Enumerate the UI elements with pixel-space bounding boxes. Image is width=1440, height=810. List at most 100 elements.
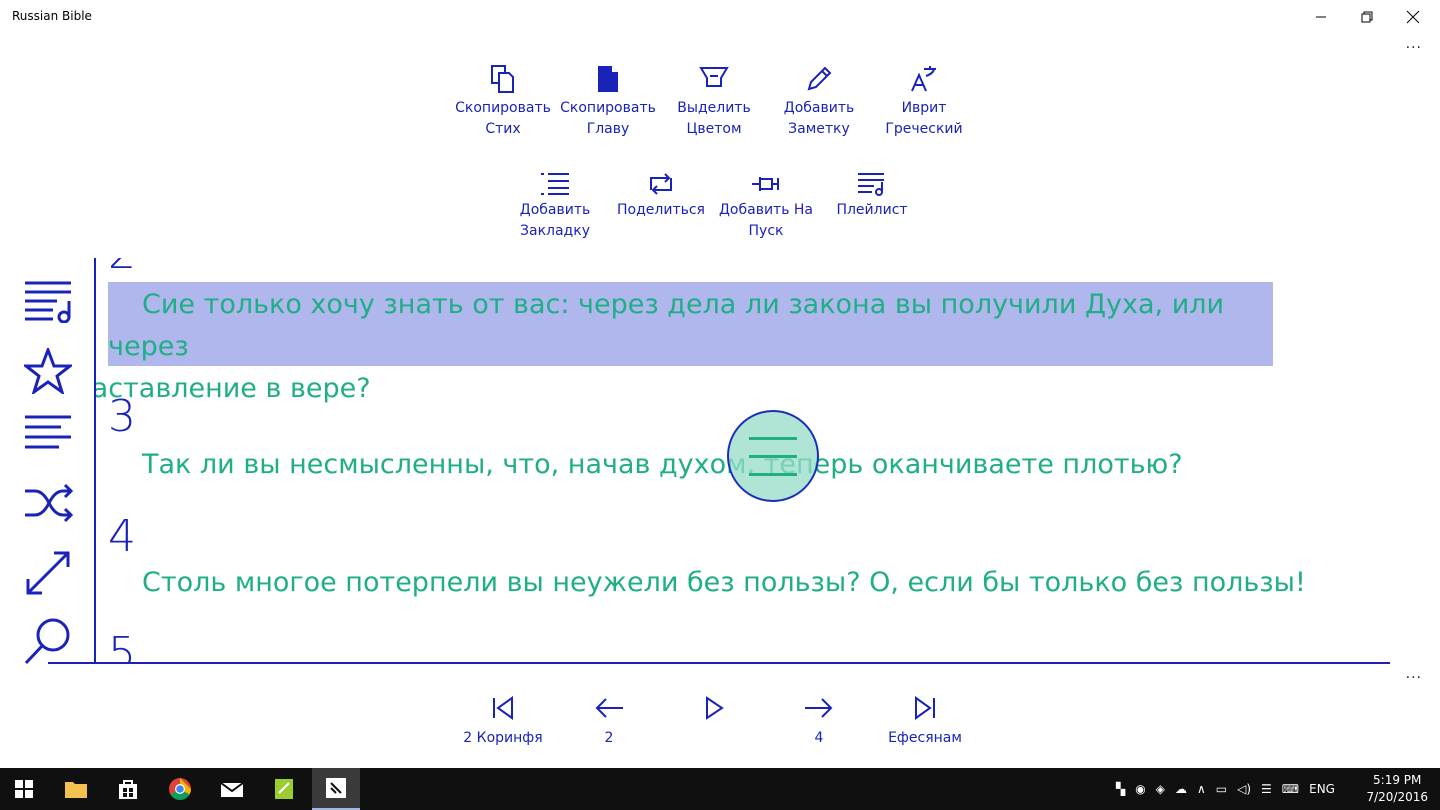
copy-verse-button[interactable]: Скопировать Стих [453,60,553,140]
sidebar-list-button[interactable] [22,405,74,457]
arrow-right-icon [805,698,833,718]
share-button[interactable]: Поделиться [611,162,711,221]
add-bookmark-button[interactable]: Добавить Закладку [505,162,605,242]
volume-icon[interactable]: ◁) [1237,782,1251,796]
next-book-label: Ефесянам [888,730,962,746]
previous-chapter-button[interactable]: 2 [554,692,664,748]
bookmark-list-icon [541,173,569,195]
next-chapter-label: 4 [814,730,824,746]
hebrew-greek-button[interactable]: Иврит Греческий [874,60,974,140]
verse-number: 3 [108,391,136,442]
chapter-content[interactable]: 2 Сие только хочу знать от вас: через де… [96,258,1316,662]
skip-previous-icon [493,696,513,720]
play-button[interactable] [659,692,769,728]
verse-number: 4 [108,511,136,562]
sidebar-shuffle-button[interactable] [22,477,74,529]
highlighter-icon [699,67,729,87]
next-chapter-button[interactable]: 4 [764,692,874,748]
copy-chapter-button[interactable]: Скопировать Главу [558,60,658,140]
action-center-icon[interactable]: ☰ [1261,782,1272,796]
onedrive-icon[interactable]: ☁ [1175,782,1187,796]
close-icon [1406,10,1420,24]
share-label: Поделиться [617,202,705,218]
verse-number: 2 [108,258,136,279]
minimize-icon [1316,16,1326,18]
floating-menu-button[interactable] [727,410,819,502]
pin-to-start-label: Добавить На Пуск [718,202,814,239]
pin-icon [752,177,779,191]
next-book-button[interactable]: Ефесянам [870,692,980,748]
steam-icon[interactable]: ◉ [1135,782,1145,796]
taskbar: ▚ ◉ ◈ ☁ ∧ ▭ ◁) ☰ ⌨ ENG 5:19 PM 7/20/2016 [0,768,1440,810]
add-note-label: Добавить Заметку [783,100,855,137]
add-note-button[interactable]: Добавить Заметку [769,60,869,140]
start-button[interactable] [0,768,48,810]
pin-to-start-button[interactable]: Добавить На Пуск [716,162,816,242]
minimize-button[interactable] [1298,0,1344,34]
add-bookmark-label: Добавить Закладку [519,202,591,239]
system-tray: ▚ ◉ ◈ ☁ ∧ ▭ ◁) ☰ ⌨ ENG [1116,768,1335,810]
pencil-icon [807,66,832,91]
content-divider [48,662,1390,664]
previous-book-label: 2 Коринфя [463,730,543,746]
store-icon [119,780,137,799]
nvidia-icon[interactable]: ◈ [1156,782,1165,796]
bible-app-icon [326,778,346,798]
skip-next-icon [915,696,935,720]
language-indicator[interactable]: ENG [1309,782,1335,796]
sidebar-fullscreen-button[interactable] [22,547,74,599]
chrome-icon [169,778,191,800]
hide-icons-icon[interactable]: ∧ [1197,782,1206,796]
verse-text[interactable]: Сие только хочу знать от вас: через дела… [96,284,1278,410]
taskbar-file-explorer[interactable] [52,768,100,810]
taskbar-russian-bible[interactable] [312,768,360,810]
verse-text[interactable]: Так ли вы несмысленны, что, начав духом,… [142,444,1183,486]
app-title: Russian Bible [12,9,92,23]
share-icon [650,173,672,195]
copy-verse-label: Скопировать Стих [455,100,551,137]
highlight-color-button[interactable]: Выделить Цветом [664,60,764,140]
clock-time: 5:19 PM [1373,773,1422,787]
folder-icon [65,782,87,798]
taskbar-chrome[interactable] [156,768,204,810]
search-icon [24,618,70,665]
title-bar: Russian Bible [0,0,1440,34]
sidebar-search-button[interactable] [22,615,74,667]
playlist-button[interactable]: Плейлист [822,162,922,221]
list-icon [25,415,71,449]
playlist-icon [858,173,884,196]
sidebar-playlist-button[interactable] [22,275,74,327]
taskbar-mail[interactable] [208,768,256,810]
clock-date: 7/20/2016 [1366,790,1428,804]
close-button[interactable] [1390,0,1436,34]
sidebar [0,255,95,665]
notepad-icon [275,779,293,799]
tray-network-icon[interactable]: ▚ [1116,782,1125,796]
copy-icon [491,65,514,93]
taskbar-store[interactable] [104,768,152,810]
playlist-icon [25,281,71,323]
document-icon [598,66,618,92]
verse-text[interactable]: Столь многое потерпели вы неужели без по… [142,562,1306,604]
more-bottom-button[interactable]: ... [1406,666,1422,682]
fullscreen-icon [26,551,70,595]
taskbar-notepad[interactable] [260,768,308,810]
playlist-label: Плейлист [836,202,908,218]
keyboard-icon[interactable]: ⌨ [1282,782,1299,796]
windows-icon [15,780,33,798]
hebrew-greek-label: Иврит Греческий [885,100,963,137]
more-options-button[interactable]: ... [1406,36,1422,52]
shuffle-icon [25,483,73,523]
star-icon [24,348,72,394]
restore-button[interactable] [1344,0,1390,34]
clock[interactable]: 5:19 PM 7/20/2016 [1366,772,1428,806]
sidebar-favorites-button[interactable] [22,345,74,397]
wifi-icon[interactable]: ▭ [1216,782,1227,796]
verse-number: 5 [108,628,136,662]
mail-icon [220,782,244,797]
arrow-left-icon [595,698,623,718]
play-icon [706,696,724,720]
previous-book-button[interactable]: 2 Коринфя [448,692,558,748]
copy-chapter-label: Скопировать Главу [560,100,656,137]
restore-icon [1361,11,1373,23]
